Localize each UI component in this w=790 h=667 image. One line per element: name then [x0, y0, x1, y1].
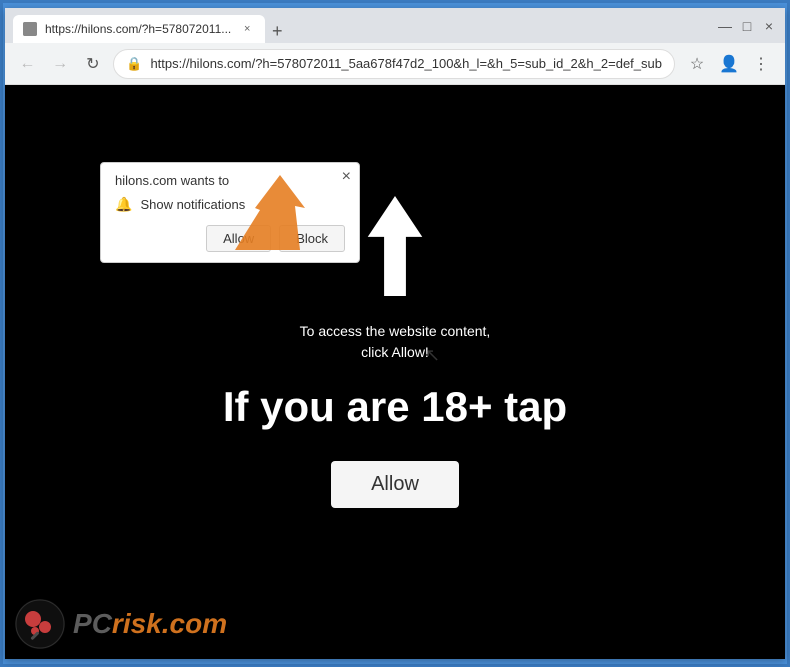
tab-area: https://hilons.com/?h=578072011... × +	[13, 8, 703, 43]
popup-block-button[interactable]: Block	[279, 225, 345, 252]
allow-button-main[interactable]: Allow	[331, 461, 459, 508]
bell-icon: 🔔	[115, 196, 132, 213]
popup-title: hilons.com wants to	[115, 173, 345, 188]
reload-button[interactable]: ↻	[81, 51, 106, 77]
watermark: PCrisk.com	[15, 599, 227, 649]
pcrisk-logo-icon	[15, 599, 65, 649]
pcrisk-text: PCrisk.com	[73, 608, 227, 640]
back-button[interactable]: ←	[15, 51, 40, 77]
popup-notification-row: 🔔 Show notifications	[115, 196, 345, 213]
notification-popup: × hilons.com wants to 🔔 Show notificatio…	[100, 162, 360, 263]
browser-window: https://hilons.com/?h=578072011... × + —…	[5, 8, 785, 659]
up-arrow-icon	[355, 196, 435, 301]
popup-allow-button[interactable]: Allow	[206, 225, 271, 252]
menu-button[interactable]: ⋮	[747, 50, 775, 78]
star-button[interactable]: ☆	[683, 50, 711, 78]
account-button[interactable]: 👤	[715, 50, 743, 78]
title-bar: https://hilons.com/?h=578072011... × + —…	[5, 8, 785, 43]
popup-buttons: Allow Block	[115, 225, 345, 252]
forward-button[interactable]: →	[48, 51, 73, 77]
nav-icons-right: ☆ 👤 ⋮	[683, 50, 775, 78]
close-button[interactable]: ×	[761, 18, 777, 34]
active-tab[interactable]: https://hilons.com/?h=578072011... ×	[13, 15, 265, 43]
maximize-button[interactable]: □	[739, 18, 755, 34]
window-controls: — □ ×	[717, 18, 777, 34]
address-bar[interactable]: 🔒 https://hilons.com/?h=578072011_5aa678…	[113, 49, 675, 79]
tab-close-button[interactable]: ×	[239, 21, 255, 37]
minimize-button[interactable]: —	[717, 18, 733, 34]
nav-bar: ← → ↻ 🔒 https://hilons.com/?h=578072011_…	[5, 43, 785, 85]
tab-favicon	[23, 22, 37, 36]
popup-close-button[interactable]: ×	[342, 169, 351, 185]
access-text: To access the website content, click All…	[300, 321, 491, 363]
age-text: If you are 18+ tap	[223, 383, 567, 431]
lock-icon: 🔒	[126, 56, 142, 72]
content-area: To access the website content, click All…	[5, 85, 785, 659]
new-tab-button[interactable]: +	[265, 19, 289, 43]
popup-notification-text: Show notifications	[140, 197, 245, 212]
tab-title: https://hilons.com/?h=578072011...	[45, 22, 231, 36]
address-text: https://hilons.com/?h=578072011_5aa678f4…	[150, 56, 662, 71]
